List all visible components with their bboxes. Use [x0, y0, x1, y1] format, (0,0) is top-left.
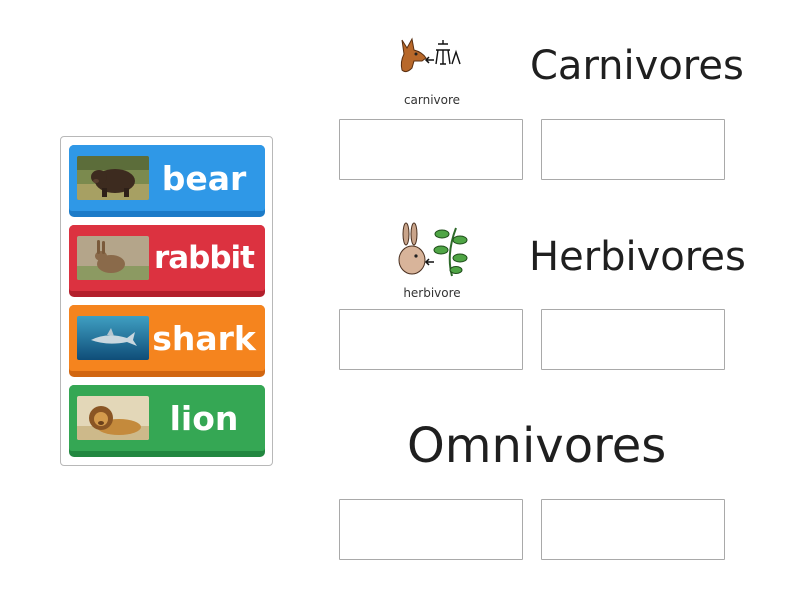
- drop-slot-herbivores-1[interactable]: [339, 309, 523, 370]
- card-label: shark: [152, 318, 256, 358]
- card-lion[interactable]: lion: [69, 385, 265, 457]
- drop-slot-omnivores-1[interactable]: [339, 499, 523, 560]
- drop-slot-carnivores-2[interactable]: [541, 119, 725, 180]
- card-face: shark: [69, 305, 265, 371]
- herbivore-symbol-icon: [396, 220, 468, 277]
- card-bear[interactable]: bear: [69, 145, 265, 217]
- card-face: bear: [69, 145, 265, 211]
- card-face: rabbit: [69, 225, 265, 291]
- card-label: bear: [161, 158, 247, 198]
- card-label: lion: [169, 398, 239, 438]
- drop-slot-omnivores-2[interactable]: [541, 499, 725, 560]
- card-face: lion: [69, 385, 265, 451]
- group-title-herbivores: Herbivores: [529, 234, 746, 280]
- card-label: rabbit: [153, 240, 255, 276]
- herbivore-symbol-caption: herbivore: [403, 286, 461, 300]
- shark-photo: [77, 316, 149, 360]
- card-shark[interactable]: shark: [69, 305, 265, 377]
- group-title-carnivores: Carnivores: [530, 43, 744, 89]
- group-title-omnivores: Omnivores: [407, 418, 667, 474]
- bear-photo: [77, 156, 149, 200]
- drop-slot-herbivores-2[interactable]: [541, 309, 725, 370]
- carnivore-symbol-icon: [396, 34, 468, 86]
- drop-slot-carnivores-1[interactable]: [339, 119, 523, 180]
- carnivore-symbol-caption: carnivore: [403, 93, 461, 107]
- rabbit-photo: [77, 236, 149, 280]
- card-rabbit[interactable]: rabbit: [69, 225, 265, 297]
- lion-photo: [77, 396, 149, 440]
